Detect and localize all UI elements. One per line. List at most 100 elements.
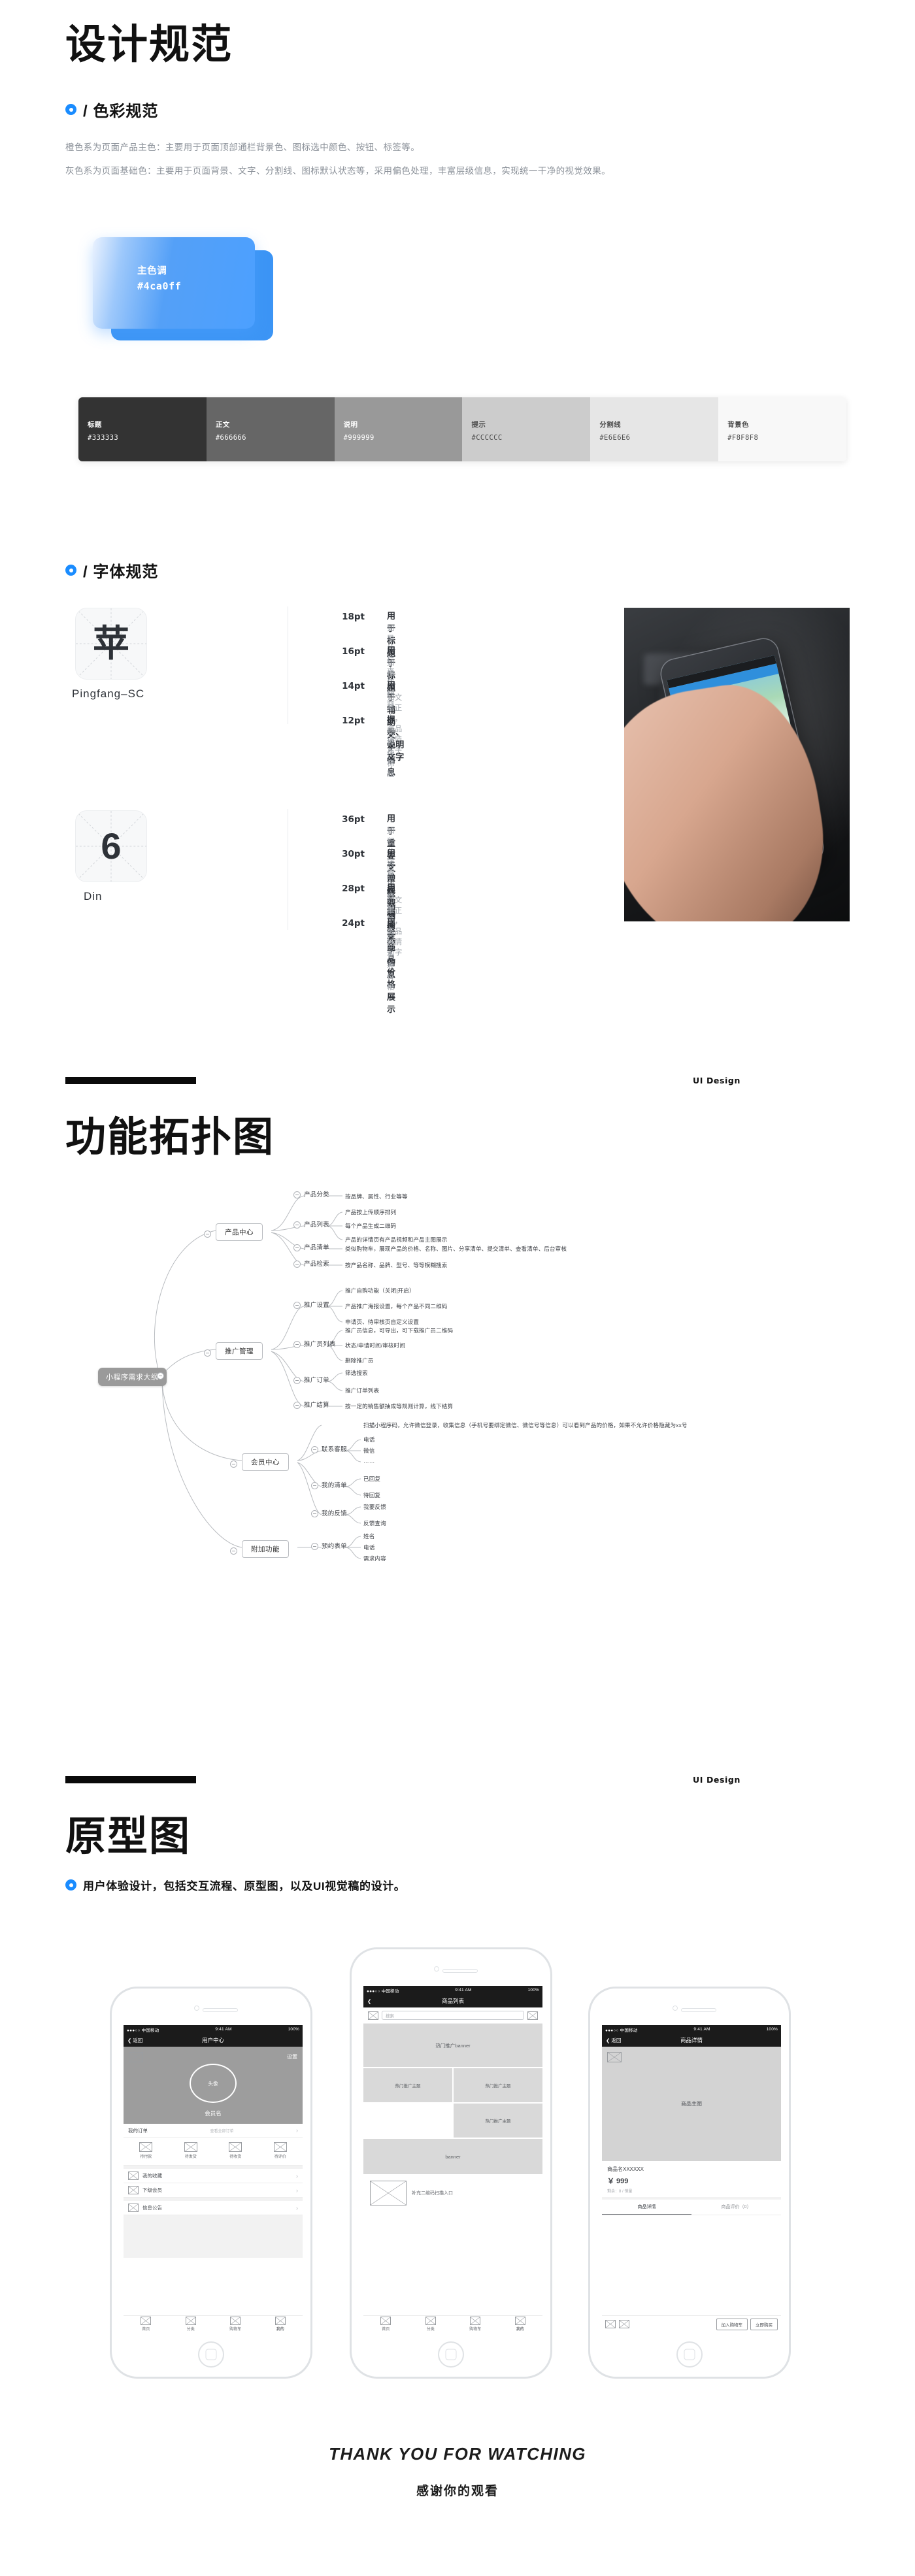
mindmap-leaf-1-3-0: 按一定的销售额抽成等规则计算，线下结算 [345, 1403, 454, 1410]
mindmap-collapse-icon[interactable] [293, 1341, 301, 1348]
color-swatch-hex: #999999 [343, 434, 374, 442]
search-input[interactable]: 搜索 [382, 2011, 524, 2020]
mindmap-collapse-icon[interactable] [230, 1547, 237, 1555]
color-swatch-name: 正文 [215, 421, 230, 429]
design-spec-page: 设计规范 / 色彩规范 橙色系为页面产品主色：主要用于页面顶部通栏背景色、图标选… [0, 0, 915, 2576]
tab-icon [470, 2317, 481, 2325]
promo-grid-cell-0[interactable]: 热门推广主题 [363, 2068, 452, 2102]
color-swatch-4: 分割线 #E6E6E6 [590, 397, 719, 461]
service-icon[interactable] [605, 2320, 616, 2328]
promo-banner[interactable]: 热门推广banner [363, 2024, 542, 2067]
favorite-icon[interactable] [619, 2320, 629, 2328]
detail-tab-1[interactable]: 商品评价（0） [691, 2200, 781, 2215]
menu-item-1[interactable]: 下级会员 › [124, 2183, 303, 2198]
tab-bar: 首页 分类 购物车 我的 [363, 2315, 542, 2332]
tab-我的[interactable]: 我的 [498, 2317, 543, 2332]
detail-tab-0[interactable]: 商品详情 [602, 2200, 691, 2215]
mid-banner[interactable]: banner [363, 2139, 542, 2174]
mindmap-leaf-1-0-0: 推广自购功能（关闭|开启） [345, 1287, 415, 1294]
home-button[interactable] [676, 2341, 703, 2368]
home-button[interactable] [198, 2341, 224, 2368]
menu-item-label: 信息公告 [142, 2205, 162, 2211]
back-button[interactable]: ❮ 返回 [606, 2037, 621, 2044]
mindmap-collapse-icon[interactable] [293, 1302, 301, 1309]
add-to-cart-button[interactable]: 加入购物车 [716, 2318, 748, 2330]
tab-label: 购物车 [229, 2328, 242, 2332]
back-button[interactable]: ❮ [367, 1998, 371, 2004]
mindmap-collapse-icon[interactable] [293, 1261, 301, 1268]
mindmap-collapse-icon[interactable] [293, 1377, 301, 1384]
mindmap-collapse-icon[interactable] [311, 1510, 318, 1517]
thanks-english: THANK YOU FOR WATCHING [329, 2444, 586, 2464]
menu-item-icon [128, 2186, 139, 2194]
mindmap-leaf-2-0-0: 扫描小程序码，允许微信登录，收集信息（手机号要绑定微信、微信号等信息）可以看到产… [363, 1422, 688, 1428]
detail-tabs: 商品详情 商品评价（0） [602, 2200, 781, 2215]
ring-bullet-icon [65, 104, 76, 115]
swatch-front-layer: 主色调 #4ca0ff [93, 237, 255, 329]
view-all-orders-link[interactable]: 查看全部订单 [210, 2128, 233, 2134]
tab-label: 首页 [382, 2328, 390, 2332]
mindmap-collapse-icon[interactable] [230, 1461, 237, 1468]
back-button[interactable]: ❮ 返回 [127, 2037, 142, 2044]
topology-band-tag: UI Design [693, 1076, 740, 1085]
mindmap-collapse-icon[interactable] [204, 1230, 211, 1238]
mindmap-collapse-icon[interactable] [293, 1244, 301, 1251]
mindmap-collapse-icon[interactable] [293, 1402, 301, 1409]
color-swatch-0: 标题 #333333 [78, 397, 207, 461]
mindmap-leaf-0-1-0: 产品按上传顺序排列 [345, 1209, 397, 1215]
action-buttons: 加入购物车 立即购买 [716, 2318, 778, 2330]
color-swatch-hex: #333333 [88, 434, 119, 442]
promo-grid-cell-1[interactable]: 热门推广主题 [454, 2068, 542, 2102]
menu-item-0[interactable]: 我的收藏 › [124, 2169, 303, 2183]
mindmap-leaf-2-1-1: 微信 [363, 1447, 375, 1454]
my-orders-header[interactable]: 我的订单 查看全部订单 › [124, 2124, 303, 2138]
mindmap-collapse-icon[interactable] [293, 1221, 301, 1229]
front-camera-icon [673, 2006, 678, 2011]
buy-now-button[interactable]: 立即购买 [750, 2318, 778, 2330]
mindmap-node-0-2: 产品清单 [304, 1244, 329, 1251]
tab-购物车[interactable]: 购物车 [453, 2317, 498, 2332]
ring-bullet-icon [65, 565, 76, 576]
mindmap-collapse-icon[interactable] [293, 1191, 301, 1198]
menu-item-2[interactable]: 信息公告 › [124, 2201, 303, 2215]
order-status-tab-3[interactable]: 待评价 [258, 2142, 303, 2159]
mindmap-leaf-2-3-0: 我要反馈 [363, 1504, 386, 1510]
mindmap-collapse-icon[interactable] [204, 1349, 211, 1357]
earpiece-speaker [203, 2008, 238, 2012]
topology-divider-band: UI Design [0, 1072, 915, 1098]
tab-分类[interactable]: 分类 [408, 2317, 454, 2332]
menu-placeholder-icon[interactable] [368, 2011, 378, 2020]
color-spec-description: 橙色系为页面产品主色：主要用于页面顶部通栏背景色、图标选中颜色、按钮、标签等。 … [65, 139, 863, 181]
wireframe-phone-product-detail: ●●●○○ 中国移动 9:41 AM 100% ❮ 返回 商品详情 商品主图 商… [588, 1987, 791, 2379]
color-swatch-name: 提示 [471, 421, 486, 429]
mindmap-node-1-3: 推广结算 [304, 1402, 329, 1409]
color-swatch-name: 说明 [343, 421, 358, 429]
chevron-right-icon: › [296, 2187, 298, 2194]
avatar[interactable]: 头像 [190, 2064, 237, 2103]
mindmap-collapse-icon[interactable] [157, 1372, 164, 1379]
tab-分类[interactable]: 分类 [169, 2317, 214, 2332]
color-swatch-hex: #E6E6E6 [599, 434, 631, 442]
order-status-icon [139, 2142, 153, 2152]
home-button[interactable] [438, 2341, 464, 2368]
mindmap-collapse-icon[interactable] [311, 1543, 318, 1550]
tab-首页[interactable]: 首页 [363, 2317, 408, 2332]
tab-label: 首页 [142, 2328, 150, 2332]
tab-label: 购物车 [469, 2328, 482, 2332]
mindmap-collapse-icon[interactable] [311, 1446, 318, 1453]
mindmap-collapse-icon[interactable] [311, 1482, 318, 1489]
order-status-tab-1[interactable]: 待发货 [169, 2142, 214, 2159]
settings-link[interactable]: 设置 [287, 2053, 297, 2060]
qr-placeholder-icon [370, 2181, 407, 2205]
order-status-icon [229, 2142, 242, 2152]
order-status-tab-2[interactable]: 待收货 [213, 2142, 258, 2159]
order-status-tab-0[interactable]: 待付款 [124, 2142, 169, 2159]
tab-我的[interactable]: 我的 [258, 2317, 303, 2332]
chevron-right-icon: › [296, 2204, 298, 2211]
tab-首页[interactable]: 首页 [124, 2317, 169, 2332]
status-battery: 100% [766, 2027, 778, 2032]
scan-placeholder-icon[interactable] [527, 2011, 538, 2020]
promo-grid-cell-2[interactable]: 热门推广主题 [454, 2104, 542, 2138]
tab-购物车[interactable]: 购物车 [213, 2317, 258, 2332]
footer: THANK YOU FOR WATCHING 感谢你的观看 [0, 2444, 915, 2499]
